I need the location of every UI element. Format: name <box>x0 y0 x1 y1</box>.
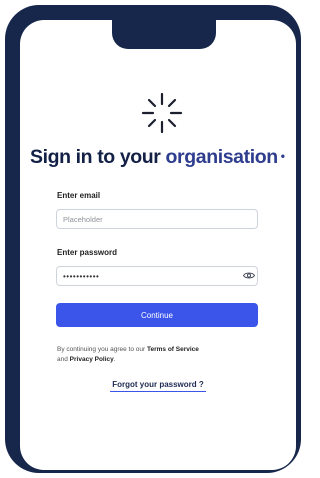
password-field[interactable] <box>56 266 258 286</box>
terms-prefix: By continuing you agree to our <box>57 346 146 353</box>
phone-frame <box>5 5 301 473</box>
email-label: Enter email <box>57 191 101 200</box>
terms-of-service-link[interactable]: Terms of Service <box>147 346 199 353</box>
title-accent: organisation <box>165 146 279 168</box>
page-title: Sign in to your organisation • <box>30 146 300 169</box>
terms-notice: By continuing you agree to our Terms of … <box>57 345 267 365</box>
starburst-logo-icon <box>141 92 183 134</box>
eye-icon[interactable] <box>243 271 255 280</box>
terms-suffix: . <box>113 356 116 363</box>
phone-notch <box>112 10 216 49</box>
password-label: Enter password <box>57 248 118 257</box>
terms-and: and <box>57 356 68 363</box>
continue-button[interactable]: Continue <box>56 303 258 327</box>
forgot-password-link[interactable]: Forgot your password ? <box>110 380 206 392</box>
title-prefix: Sign in to your <box>30 146 161 168</box>
privacy-policy-link[interactable]: Privacy Policy <box>70 356 114 363</box>
title-dot: • <box>280 149 285 163</box>
email-field[interactable] <box>56 209 258 229</box>
